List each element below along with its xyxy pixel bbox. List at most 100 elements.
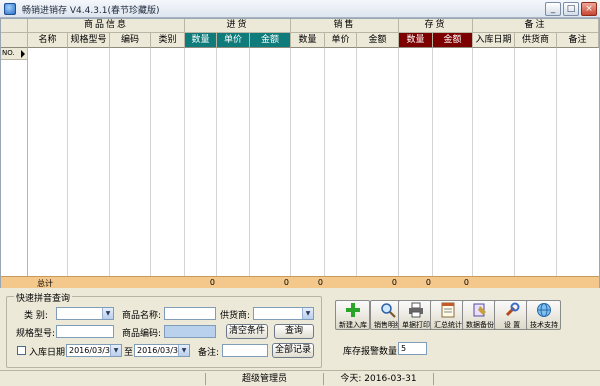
stock-in-date-checkbox[interactable]	[17, 346, 26, 355]
product-code-input[interactable]	[164, 325, 216, 338]
window-title: 畅销进销存 V4.4.3.1(春节珍藏版)	[22, 6, 160, 16]
title-bar: 畅销进销存 V4.4.3.1(春节珍藏版) _ □ ×	[0, 0, 600, 18]
ledger-icon	[441, 302, 455, 318]
grid-line	[514, 48, 515, 276]
row-header-label: NO.	[2, 49, 15, 57]
status-bar: 超级管理员 今天: 2016-03-31	[0, 370, 600, 386]
col-header-stock-amount[interactable]: 金额	[433, 33, 473, 48]
chevron-down-icon: ▼	[102, 308, 113, 319]
settings-button[interactable]: 设 置	[494, 300, 529, 330]
globe-icon	[537, 303, 551, 317]
stock-alert-label: 库存报警数量:	[343, 347, 401, 357]
col-header-sales-price[interactable]: 单价	[325, 33, 357, 48]
grid-line	[184, 48, 185, 276]
quick-search-title: 快速拼音查询	[14, 291, 73, 304]
grid-line	[324, 48, 325, 276]
group-header-stock: 存货	[399, 19, 473, 33]
col-header-remark[interactable]: 备注	[557, 33, 599, 48]
total-sales-amount: 0	[391, 278, 397, 287]
col-header-sales-qty[interactable]: 数量	[291, 33, 325, 48]
maximize-button[interactable]: □	[563, 2, 579, 16]
spec-input[interactable]	[56, 325, 114, 338]
chevron-down-icon: ▼	[302, 308, 313, 319]
total-purchase-amount: 0	[209, 278, 215, 287]
grid-line	[398, 48, 399, 276]
query-button[interactable]: 查询	[274, 324, 314, 339]
bottom-panel: 快速拼音查询 类 别: ▼ 商品名称: 供货商: ▼ 规格型号: 商品编码: 清…	[0, 288, 600, 370]
group-header-sales: 销售	[291, 19, 399, 33]
green-plus-icon	[346, 303, 360, 317]
date-from-picker[interactable]: 2016/03/31 ▼	[66, 344, 122, 357]
total-purchase-amount-2: 0	[283, 278, 289, 287]
corner-header	[1, 19, 28, 33]
stock-alert-input[interactable]: 5	[398, 342, 427, 355]
total-sales-qty: 0	[317, 278, 323, 287]
chevron-down-icon: ▼	[178, 345, 189, 356]
grid-line	[472, 48, 473, 276]
col-header-stock-qty[interactable]: 数量	[399, 33, 433, 48]
status-empty-cell	[433, 373, 583, 385]
tech-support-button[interactable]: 技术支持	[526, 300, 561, 330]
group-header-product-info: 商品信息	[28, 19, 185, 33]
grid-line	[249, 48, 250, 276]
chevron-down-icon: ▼	[110, 345, 121, 356]
col-header-name[interactable]: 名称	[28, 33, 68, 48]
supplier-select[interactable]: ▼	[253, 307, 314, 320]
grid-line	[290, 48, 291, 276]
data-backup-button[interactable]: 数据备份	[462, 300, 497, 330]
clear-conditions-button[interactable]: 清空条件	[226, 324, 268, 339]
col-header-supplier[interactable]: 供货商	[515, 33, 557, 48]
grid-line	[109, 48, 110, 276]
note-label: 备注:	[198, 348, 220, 358]
col-header-sales-amount[interactable]: 金额	[357, 33, 399, 48]
corner-header-2	[1, 33, 28, 48]
data-grid[interactable]: 商品信息 进货 销售 存货 备注 名称 规格型号 编码 类别 数量 单价 金额 …	[0, 18, 600, 288]
supplier-label: 供货商:	[220, 311, 251, 321]
print-receipt-button[interactable]: 单据打印	[398, 300, 433, 330]
col-header-code[interactable]: 编码	[110, 33, 151, 48]
col-header-category[interactable]: 类别	[151, 33, 185, 48]
grid-line	[432, 48, 433, 276]
stock-in-date-label: 入库日期:	[29, 348, 69, 358]
magnifier-icon	[381, 303, 396, 318]
col-header-stock-in-date[interactable]: 入库日期	[473, 33, 515, 48]
all-records-button[interactable]: 全部记录	[272, 343, 314, 358]
printer-icon	[409, 302, 423, 318]
grid-line	[150, 48, 151, 276]
col-header-spec[interactable]: 规格型号	[68, 33, 110, 48]
total-stock-qty: 0	[425, 278, 431, 287]
col-header-purchase-qty[interactable]: 数量	[185, 33, 217, 48]
grid-line	[67, 48, 68, 276]
status-user: 超级管理员	[205, 373, 323, 385]
total-row: 总计 0 0 0 0 0 0	[1, 276, 599, 288]
product-code-label: 商品编码:	[122, 329, 162, 339]
grid-line	[216, 48, 217, 276]
group-header-purchase: 进货	[185, 19, 291, 33]
status-today-value: 2016-03-31	[364, 374, 417, 384]
status-date: 今天: 2016-03-31	[323, 373, 433, 385]
product-name-label: 商品名称:	[122, 311, 162, 321]
category-select[interactable]: ▼	[56, 307, 114, 320]
product-name-input[interactable]	[164, 307, 216, 320]
date-to-picker[interactable]: 2016/03/31 ▼	[134, 344, 190, 357]
current-row-arrow-icon	[21, 50, 25, 58]
date-to-label: 至	[124, 348, 134, 358]
total-stock-amount: 0	[463, 278, 469, 287]
grid-line	[356, 48, 357, 276]
spec-label: 规格型号:	[16, 329, 56, 339]
col-header-purchase-amount[interactable]: 金额	[250, 33, 291, 48]
category-label: 类 别:	[24, 311, 48, 321]
grid-line	[556, 48, 557, 276]
note-input[interactable]	[222, 344, 268, 357]
new-stock-in-button[interactable]: 新建入库	[335, 300, 370, 330]
close-button[interactable]: ×	[581, 2, 597, 16]
minimize-button[interactable]: _	[545, 2, 561, 16]
database-icon	[473, 303, 486, 317]
summary-stats-button[interactable]: 汇总统计	[430, 300, 465, 330]
group-header-remarks: 备注	[473, 19, 599, 33]
row-header-current[interactable]: NO.	[1, 48, 28, 60]
status-today-label: 今天:	[340, 374, 362, 384]
app-icon	[4, 3, 16, 15]
wrench-icon	[505, 302, 520, 317]
col-header-purchase-price[interactable]: 单价	[217, 33, 250, 48]
